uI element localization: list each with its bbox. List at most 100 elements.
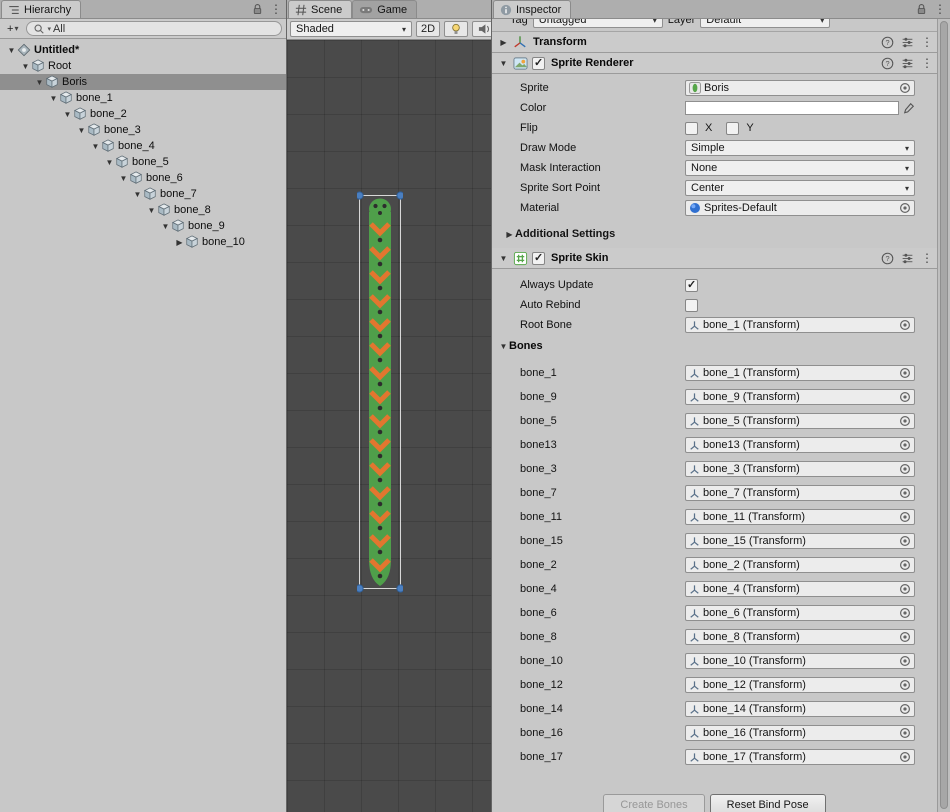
presets-icon[interactable]: [901, 252, 914, 265]
eyedropper-icon[interactable]: [903, 102, 915, 114]
bones-foldout[interactable]: ▼ Bones: [492, 335, 937, 357]
tab-inspector[interactable]: Inspector: [493, 0, 571, 18]
scene-canvas[interactable]: [287, 40, 491, 812]
object-picker-icon[interactable]: [899, 439, 911, 451]
hierarchy-row[interactable]: ▶ bone_10: [0, 234, 286, 250]
tag-dropdown[interactable]: Untagged ▾: [533, 19, 663, 28]
hierarchy-row[interactable]: ▼ Boris: [0, 74, 286, 90]
expand-arrow-icon[interactable]: ▼: [118, 174, 129, 183]
sprite-skin-component-header[interactable]: ▼ Sprite Skin ? ⋮: [492, 248, 937, 269]
kebab-menu-icon[interactable]: ⋮: [921, 36, 933, 48]
expand-arrow-icon[interactable]: ▼: [20, 62, 31, 71]
object-picker-icon[interactable]: [899, 367, 911, 379]
tab-game[interactable]: Game: [352, 0, 417, 18]
panel-menu-icon[interactable]: ⋮: [934, 3, 946, 15]
expand-arrow-icon[interactable]: ▼: [146, 206, 157, 215]
bone-object-field[interactable]: bone_4 (Transform): [685, 581, 915, 597]
scrollbar-thumb[interactable]: [940, 21, 948, 809]
bone-object-field[interactable]: bone_15 (Transform): [685, 533, 915, 549]
object-picker-icon[interactable]: [899, 607, 911, 619]
expand-arrow-icon[interactable]: ▼: [132, 190, 143, 199]
hierarchy-search-input[interactable]: ▾ All: [26, 21, 282, 36]
tab-hierarchy[interactable]: Hierarchy: [1, 0, 81, 18]
object-picker-icon[interactable]: [899, 487, 911, 499]
bone-object-field[interactable]: bone13 (Transform): [685, 437, 915, 453]
foldout-arrow-icon[interactable]: ▼: [498, 342, 509, 351]
hierarchy-row[interactable]: ▼ bone_7: [0, 186, 286, 202]
foldout-arrow-icon[interactable]: ▶: [504, 230, 515, 239]
hierarchy-row[interactable]: ▼ bone_6: [0, 170, 286, 186]
shading-mode-dropdown[interactable]: Shaded ▾: [290, 21, 412, 37]
object-picker-icon[interactable]: [899, 751, 911, 763]
sprite-renderer-component-header[interactable]: ▼ Sprite Renderer ? ⋮: [492, 53, 937, 74]
hierarchy-row[interactable]: ▼ Untitled*: [0, 42, 286, 58]
object-picker-icon[interactable]: [899, 631, 911, 643]
reset-bind-pose-button[interactable]: Reset Bind Pose: [710, 794, 826, 812]
color-swatch[interactable]: [685, 101, 899, 115]
scene-lighting-toggle[interactable]: [444, 21, 468, 37]
bone-object-field[interactable]: bone_6 (Transform): [685, 605, 915, 621]
object-picker-icon[interactable]: [899, 535, 911, 547]
always-update-checkbox[interactable]: [685, 279, 698, 292]
object-picker-icon[interactable]: [899, 202, 911, 214]
help-icon[interactable]: ?: [881, 252, 894, 265]
bone-object-field[interactable]: bone_7 (Transform): [685, 485, 915, 501]
bone-object-field[interactable]: bone_16 (Transform): [685, 725, 915, 741]
foldout-arrow-icon[interactable]: ▼: [498, 59, 509, 68]
expand-arrow-icon[interactable]: ▼: [160, 222, 171, 231]
object-picker-icon[interactable]: [899, 82, 911, 94]
presets-icon[interactable]: [901, 36, 914, 49]
object-picker-icon[interactable]: [899, 703, 911, 715]
bone-object-field[interactable]: bone_17 (Transform): [685, 749, 915, 765]
2d-mode-toggle[interactable]: 2D: [416, 21, 440, 37]
object-picker-icon[interactable]: [899, 727, 911, 739]
sprite-sort-point-dropdown[interactable]: Center ▾: [685, 180, 915, 196]
bone-object-field[interactable]: bone_2 (Transform): [685, 557, 915, 573]
draw-mode-dropdown[interactable]: Simple ▾: [685, 140, 915, 156]
hierarchy-row[interactable]: ▼ Root: [0, 58, 286, 74]
hierarchy-row[interactable]: ▼ bone_4: [0, 138, 286, 154]
panel-menu-icon[interactable]: ⋮: [270, 3, 282, 15]
flip-y-checkbox[interactable]: [726, 122, 739, 135]
bone-object-field[interactable]: bone_14 (Transform): [685, 701, 915, 717]
expand-arrow-icon[interactable]: ▼: [48, 94, 59, 103]
component-enabled-checkbox[interactable]: [532, 252, 545, 265]
expand-arrow-icon[interactable]: ▼: [62, 110, 73, 119]
hierarchy-row[interactable]: ▼ bone_1: [0, 90, 286, 106]
object-picker-icon[interactable]: [899, 319, 911, 331]
scene-audio-toggle[interactable]: [472, 21, 491, 37]
hierarchy-row[interactable]: ▼ bone_9: [0, 218, 286, 234]
create-object-button[interactable]: + ▾: [4, 21, 21, 37]
presets-icon[interactable]: [901, 57, 914, 70]
additional-settings-label[interactable]: Additional Settings: [515, 228, 615, 240]
help-icon[interactable]: ?: [881, 36, 894, 49]
object-picker-icon[interactable]: [899, 679, 911, 691]
material-object-field[interactable]: Sprites-Default: [685, 200, 915, 216]
object-picker-icon[interactable]: [899, 391, 911, 403]
expand-arrow-icon[interactable]: ▶: [174, 238, 185, 247]
foldout-arrow-icon[interactable]: ▼: [498, 254, 509, 263]
object-picker-icon[interactable]: [899, 463, 911, 475]
hierarchy-row[interactable]: ▼ bone_3: [0, 122, 286, 138]
transform-component-header[interactable]: ▶ Transform ? ⋮: [492, 32, 937, 53]
auto-rebind-checkbox[interactable]: [685, 299, 698, 312]
expand-arrow-icon[interactable]: ▼: [34, 78, 45, 87]
expand-arrow-icon[interactable]: ▼: [6, 46, 17, 55]
kebab-menu-icon[interactable]: ⋮: [921, 252, 933, 264]
hierarchy-row[interactable]: ▼ bone_5: [0, 154, 286, 170]
tab-scene[interactable]: Scene: [288, 0, 352, 18]
object-picker-icon[interactable]: [899, 511, 911, 523]
bone-object-field[interactable]: bone_1 (Transform): [685, 365, 915, 381]
object-picker-icon[interactable]: [899, 655, 911, 667]
lock-icon[interactable]: [916, 3, 927, 15]
foldout-arrow-icon[interactable]: ▶: [498, 38, 509, 47]
bone-object-field[interactable]: bone_11 (Transform): [685, 509, 915, 525]
object-picker-icon[interactable]: [899, 559, 911, 571]
boris-sprite-selection[interactable]: [357, 190, 403, 594]
bone-object-field[interactable]: bone_9 (Transform): [685, 389, 915, 405]
bone-object-field[interactable]: bone_3 (Transform): [685, 461, 915, 477]
search-filter-arrow-icon[interactable]: ▾: [47, 25, 51, 33]
hierarchy-row[interactable]: ▼ bone_8: [0, 202, 286, 218]
kebab-menu-icon[interactable]: ⋮: [921, 57, 933, 69]
help-icon[interactable]: ?: [881, 57, 894, 70]
